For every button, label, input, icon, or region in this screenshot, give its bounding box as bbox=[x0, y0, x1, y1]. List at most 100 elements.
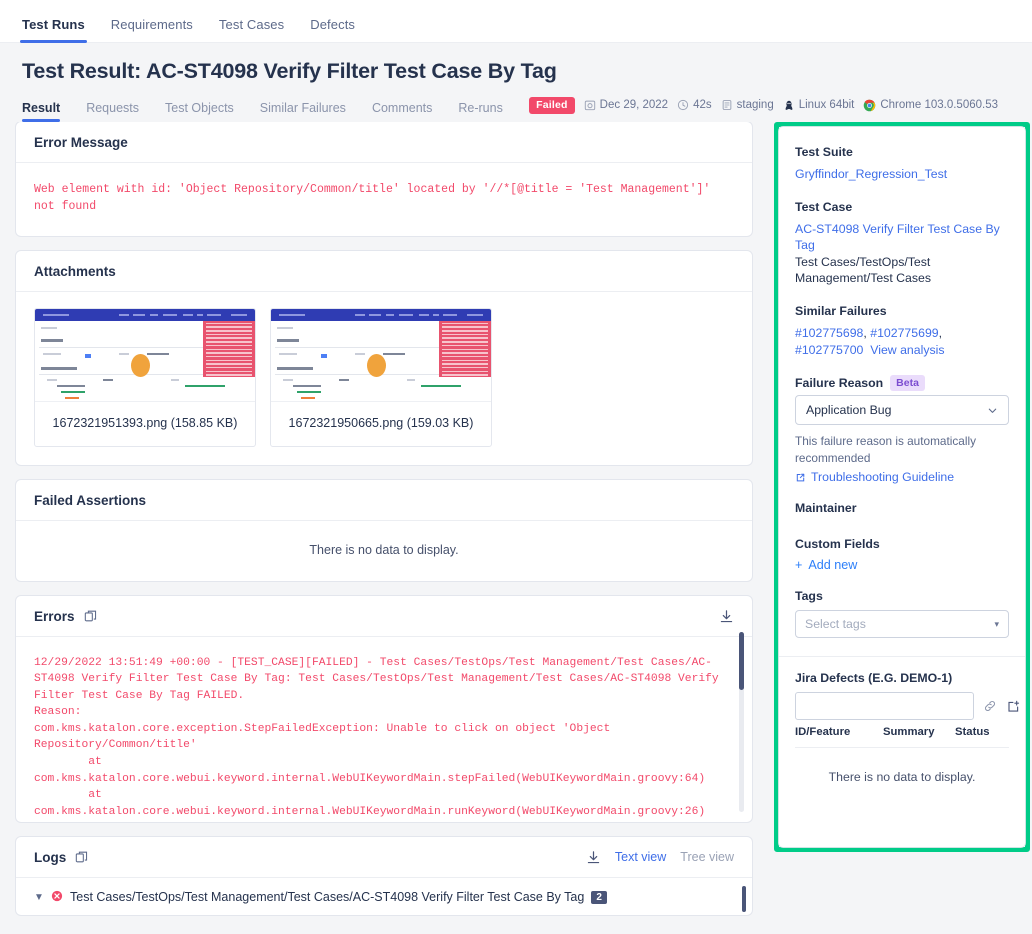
subtab-requests-label: Requests bbox=[86, 100, 140, 115]
linux-penguin-icon bbox=[785, 101, 793, 111]
troubleshooting-guideline-link[interactable]: Troubleshooting Guideline bbox=[795, 470, 1009, 484]
attachment-item[interactable]: 1672321951393.png (158.85 KB) bbox=[34, 307, 256, 447]
tags-select[interactable]: Select tags ▾ bbox=[795, 610, 1009, 639]
comma-2: , bbox=[938, 325, 943, 340]
sidebar-panel: Test Suite Gryffindor_Regression_Test Te… bbox=[779, 127, 1025, 847]
tab-defects[interactable]: Defects bbox=[310, 17, 355, 42]
meta-environment: staging bbox=[721, 99, 774, 111]
logs-body: ▼ Test Cases/TestOps/Test Management/Tes… bbox=[16, 878, 752, 915]
tab-requirements-label: Requirements bbox=[110, 17, 193, 32]
test-suite-link[interactable]: Gryffindor_Regression_Test bbox=[795, 166, 1009, 183]
failure-reason-select[interactable]: Application Bug bbox=[795, 395, 1009, 426]
thumbnail-header-bar bbox=[35, 308, 255, 321]
text-view-button[interactable]: Text view bbox=[615, 850, 666, 864]
tab-test-cases-label: Test Cases bbox=[218, 17, 285, 32]
copy-icon[interactable] bbox=[75, 850, 89, 864]
error-message-text: Web element with id: 'Object Repository/… bbox=[34, 183, 711, 214]
custom-fields-section: Custom Fields + Add new bbox=[795, 537, 1009, 572]
failed-assertions-card: Failed Assertions There is no data to di… bbox=[16, 479, 752, 581]
failure-reason-header: Failure Reason Beta bbox=[795, 375, 1009, 392]
tree-view-button[interactable]: Tree view bbox=[680, 850, 734, 864]
error-message-title: Error Message bbox=[34, 135, 128, 150]
subtab-comments[interactable]: Comments bbox=[372, 101, 432, 124]
thumbnail-header-bar bbox=[271, 308, 491, 321]
link-icon[interactable] bbox=[983, 699, 997, 713]
log-row[interactable]: ▼ Test Cases/TestOps/Test Management/Tes… bbox=[34, 890, 734, 905]
meta-os-label: Linux 64bit bbox=[798, 99, 855, 112]
similar-failure-id[interactable]: #102775700 bbox=[795, 343, 863, 357]
failed-status-icon bbox=[51, 890, 63, 905]
status-badge: Failed bbox=[529, 96, 575, 114]
top-navigation: Test Runs Requirements Test Cases Defect… bbox=[0, 0, 1032, 43]
failure-reason-section: Failure Reason Beta Application Bug This… bbox=[795, 375, 1009, 484]
subtab-re-runs[interactable]: Re-runs bbox=[458, 101, 502, 124]
tab-test-runs[interactable]: Test Runs bbox=[20, 17, 87, 43]
tab-test-runs-label: Test Runs bbox=[22, 17, 85, 32]
test-case-path: Test Cases/TestOps/Test Management/Test … bbox=[795, 254, 932, 286]
tab-requirements[interactable]: Requirements bbox=[111, 17, 193, 42]
troubleshooting-guideline-label: Troubleshooting Guideline bbox=[811, 470, 955, 485]
external-link-icon bbox=[796, 473, 805, 482]
subtab-result[interactable]: Result bbox=[22, 101, 61, 124]
create-issue-icon[interactable] bbox=[1006, 699, 1021, 714]
test-case-section: Test Case AC-ST4098 Verify Filter Test C… bbox=[795, 200, 1009, 287]
tab-test-cases[interactable]: Test Cases bbox=[219, 17, 284, 42]
thumbnail-error-panel bbox=[439, 320, 491, 377]
tab-defects-label: Defects bbox=[310, 17, 356, 32]
subtab-test-objects[interactable]: Test Objects bbox=[165, 101, 234, 124]
view-analysis-link[interactable]: View analysis bbox=[870, 343, 944, 357]
attachments-header: Attachments bbox=[16, 251, 752, 292]
jira-col-id: ID/Feature bbox=[795, 726, 851, 739]
attachment-filename[interactable]: 1672321950665.png (159.03 KB) bbox=[271, 402, 491, 446]
failure-reason-label: Failure Reason bbox=[795, 376, 884, 391]
clock-icon bbox=[677, 100, 689, 111]
app-root: Test Runs Requirements Test Cases Defect… bbox=[0, 0, 1032, 934]
tags-placeholder: Select tags bbox=[805, 617, 866, 632]
test-suite-label: Test Suite bbox=[795, 145, 853, 159]
errors-scrollbar-thumb[interactable] bbox=[739, 631, 744, 690]
test-case-label: Test Case bbox=[795, 199, 853, 214]
tags-section: Tags Select tags ▾ bbox=[795, 589, 1009, 639]
jira-defects-label: Jira Defects (E.G. DEMO-1) bbox=[795, 671, 953, 686]
chevron-down-icon[interactable]: ▼ bbox=[34, 892, 44, 903]
subtab-requests[interactable]: Requests bbox=[86, 101, 139, 124]
main-content: Error Message Web element with id: 'Obje… bbox=[0, 122, 768, 934]
test-suite-section: Test Suite Gryffindor_Regression_Test bbox=[795, 145, 1009, 183]
add-new-custom-field-button[interactable]: + Add new bbox=[795, 558, 1009, 572]
subtab-similar-failures[interactable]: Similar Failures bbox=[260, 101, 346, 124]
maintainer-label: Maintainer bbox=[795, 501, 857, 516]
jira-defect-input[interactable] bbox=[795, 692, 974, 721]
jira-defects-section: Jira Defects (E.G. DEMO-1) ID/Feature Su… bbox=[795, 671, 1020, 784]
meta-duration: 42s bbox=[677, 99, 712, 111]
meta-os: Linux 64bit bbox=[783, 99, 855, 112]
failed-assertions-header: Failed Assertions bbox=[16, 480, 752, 521]
subtab-similar-failures-label: Similar Failures bbox=[259, 100, 346, 115]
test-case-link[interactable]: AC-ST4098 Verify Filter Test Case By Tag bbox=[795, 221, 1009, 254]
page-body: Error Message Web element with id: 'Obje… bbox=[0, 122, 1032, 934]
errors-card: Errors 12/29/2022 13:51:49 +00:00 - [TES… bbox=[16, 595, 752, 822]
attachments-list: 1672321951393.png (158.85 KB) 1672321950… bbox=[16, 292, 752, 465]
calendar-icon bbox=[584, 100, 595, 111]
page-title: Test Result: AC-ST4098 Verify Filter Tes… bbox=[22, 59, 557, 83]
logs-header: Logs Text view Tree view bbox=[16, 837, 752, 878]
attachment-thumbnail bbox=[35, 308, 255, 402]
similar-failure-id[interactable]: #102775698 bbox=[795, 326, 863, 340]
jira-col-summary: Summary bbox=[883, 726, 935, 739]
attachments-title: Attachments bbox=[34, 263, 116, 279]
download-icon[interactable] bbox=[586, 850, 601, 865]
failure-reason-hint: This failure reason is automatically rec… bbox=[795, 434, 976, 465]
attachment-filename[interactable]: 1672321951393.png (158.85 KB) bbox=[35, 402, 255, 446]
copy-icon[interactable] bbox=[84, 609, 98, 623]
maintainer-section: Maintainer bbox=[795, 501, 1009, 515]
beta-badge: Beta bbox=[890, 375, 925, 392]
failure-reason-value: Application Bug bbox=[806, 403, 892, 418]
jira-col-status: Status bbox=[955, 726, 990, 739]
download-icon[interactable] bbox=[719, 609, 734, 624]
thumbnail-error-panel bbox=[203, 320, 255, 377]
errors-console[interactable]: 12/29/2022 13:51:49 +00:00 - [TEST_CASE]… bbox=[16, 637, 752, 822]
run-metadata: Failed Dec 29, 2022 42s staging Linux 64… bbox=[529, 96, 998, 114]
tags-label: Tags bbox=[795, 589, 823, 604]
similar-failure-id[interactable]: #102775699 bbox=[870, 326, 938, 340]
logs-scrollbar-thumb[interactable] bbox=[742, 885, 746, 912]
attachment-item[interactable]: 1672321950665.png (159.03 KB) bbox=[270, 307, 492, 447]
